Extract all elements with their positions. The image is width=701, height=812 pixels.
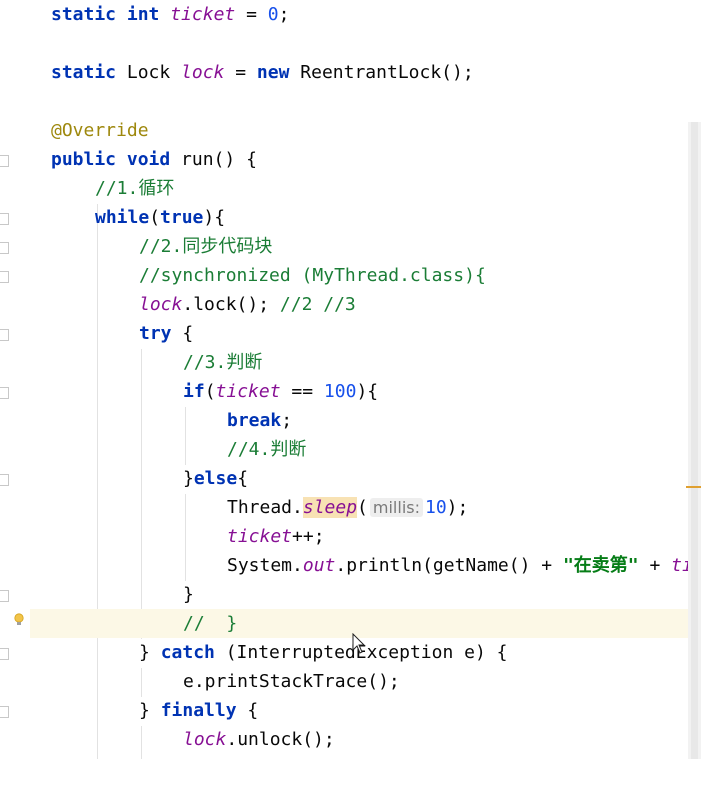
code-line[interactable]: //1.循环 <box>0 174 701 203</box>
field-token: lock <box>181 62 225 83</box>
code-line[interactable]: //4.判断 <box>0 435 701 464</box>
comment-token: //1.循环 <box>95 178 175 199</box>
keyword-token: else <box>193 468 238 489</box>
code-line[interactable]: } <box>0 580 701 609</box>
punctuation-token: ){ <box>356 381 379 402</box>
operator-token: + <box>638 555 672 576</box>
punctuation-token: { <box>237 468 249 489</box>
code-line[interactable]: } finally { <box>0 696 701 725</box>
field-token: lock <box>139 294 183 315</box>
keyword-token: if <box>183 381 205 402</box>
code-line[interactable]: ticket++; <box>0 522 701 551</box>
punctuation-token: ( <box>149 207 161 228</box>
number-token: 100 <box>323 381 357 402</box>
annotation-token: @Override <box>51 120 149 141</box>
code-line[interactable]: static Lock lock = new ReentrantLock(); <box>0 58 701 87</box>
keyword-token: while <box>95 207 150 228</box>
keyword-token: try <box>139 323 172 344</box>
code-line[interactable]: //3.判断 <box>0 348 701 377</box>
scrollbar-thumb[interactable] <box>691 122 698 759</box>
code-line[interactable]: break; <box>0 406 701 435</box>
operator-token: = <box>224 62 257 83</box>
class-token: System. <box>227 555 303 576</box>
keyword-token: new <box>256 62 301 83</box>
code-line[interactable]: while(true){ <box>0 203 701 232</box>
keyword-token: static int <box>51 4 171 25</box>
field-token: lock <box>183 729 227 750</box>
code-editor[interactable]: static int ticket = 0; static Lock lock … <box>0 0 701 759</box>
code-line[interactable]: static int ticket = 0; <box>0 0 701 29</box>
punctuation-token: ){ <box>203 207 226 228</box>
code-line[interactable]: if(ticket == 100){ <box>0 377 701 406</box>
mouse-cursor-icon <box>352 633 366 654</box>
keyword-token: public void <box>51 149 182 170</box>
punctuation-token: } <box>183 584 194 605</box>
method-call-token: .println(getName() + <box>335 555 563 576</box>
code-line[interactable]: Thread.sleep(millis: 10); <box>0 493 701 522</box>
punctuation-token: } <box>139 700 161 721</box>
punctuation-token: { <box>236 700 259 721</box>
code-line[interactable]: //2.同步代码块 <box>0 232 701 261</box>
code-line[interactable]: lock.unlock(); <box>0 725 701 754</box>
punctuation-token: ); <box>446 497 469 518</box>
type-token: Lock <box>126 62 182 83</box>
punctuation-token: ( <box>357 497 368 518</box>
code-line[interactable]: @Override <box>0 116 701 145</box>
keyword-token: break <box>227 410 282 431</box>
method-call-token: .lock(); <box>182 294 280 315</box>
code-line[interactable]: e.printStackTrace(); <box>0 667 701 696</box>
method-call-token: e.printStackTrace(); <box>183 671 400 692</box>
field-token: ticket <box>170 4 236 25</box>
number-token: 10 <box>424 497 447 518</box>
class-token: Thread. <box>227 497 303 518</box>
vertical-scrollbar[interactable] <box>688 122 701 759</box>
static-method-token: sleep <box>302 497 358 518</box>
comment-token: //3.判断 <box>183 352 263 373</box>
static-field-token: out <box>302 555 336 576</box>
code-line[interactable]: //synchronized (MyThread.class){ <box>0 261 701 290</box>
field-token: ticket <box>227 526 293 547</box>
keyword-token: static <box>51 62 127 83</box>
punctuation-token: ( <box>204 381 216 402</box>
keyword-token: true <box>160 207 204 228</box>
code-line[interactable]: System.out.println(getName() + "在卖第" + t… <box>0 551 701 580</box>
comment-token: //synchronized (MyThread.class){ <box>139 265 486 286</box>
code-line[interactable]: } catch (InterruptedException e) { <box>0 638 701 667</box>
field-token: ticket <box>215 381 281 402</box>
keyword-token: catch <box>160 642 215 663</box>
punctuation-token: } <box>139 642 161 663</box>
code-line[interactable]: }else{ <box>0 464 701 493</box>
warning-marker[interactable] <box>686 486 701 488</box>
code-line[interactable]: try { <box>0 319 701 348</box>
code-line[interactable]: public void run() { <box>0 145 701 174</box>
punctuation-token: } <box>183 468 194 489</box>
operator-token: = <box>235 4 268 25</box>
method-call-token: .unlock(); <box>226 729 335 750</box>
comment-token: //2 //3 <box>279 294 356 315</box>
operator-token: == <box>280 381 324 402</box>
constructor-token: ReentrantLock(); <box>300 62 474 83</box>
comment-token: //2.同步代码块 <box>139 236 273 257</box>
comment-token: // } <box>183 613 238 634</box>
number-token: 0 <box>267 4 279 25</box>
punctuation-token: ; <box>281 410 293 431</box>
keyword-token: finally <box>160 700 237 721</box>
code-line[interactable]: lock.lock(); //2 //3 <box>0 290 701 319</box>
comment-token: //4.判断 <box>227 439 307 460</box>
punctuation-token: ; <box>278 4 290 25</box>
operator-token: ++; <box>292 526 325 547</box>
parameter-hint: millis: <box>369 498 423 517</box>
method-declaration-token: run() { <box>181 149 257 170</box>
intention-bulb-icon[interactable] <box>14 613 24 626</box>
string-token: "在卖第" <box>562 555 639 576</box>
punctuation-token: { <box>171 323 194 344</box>
